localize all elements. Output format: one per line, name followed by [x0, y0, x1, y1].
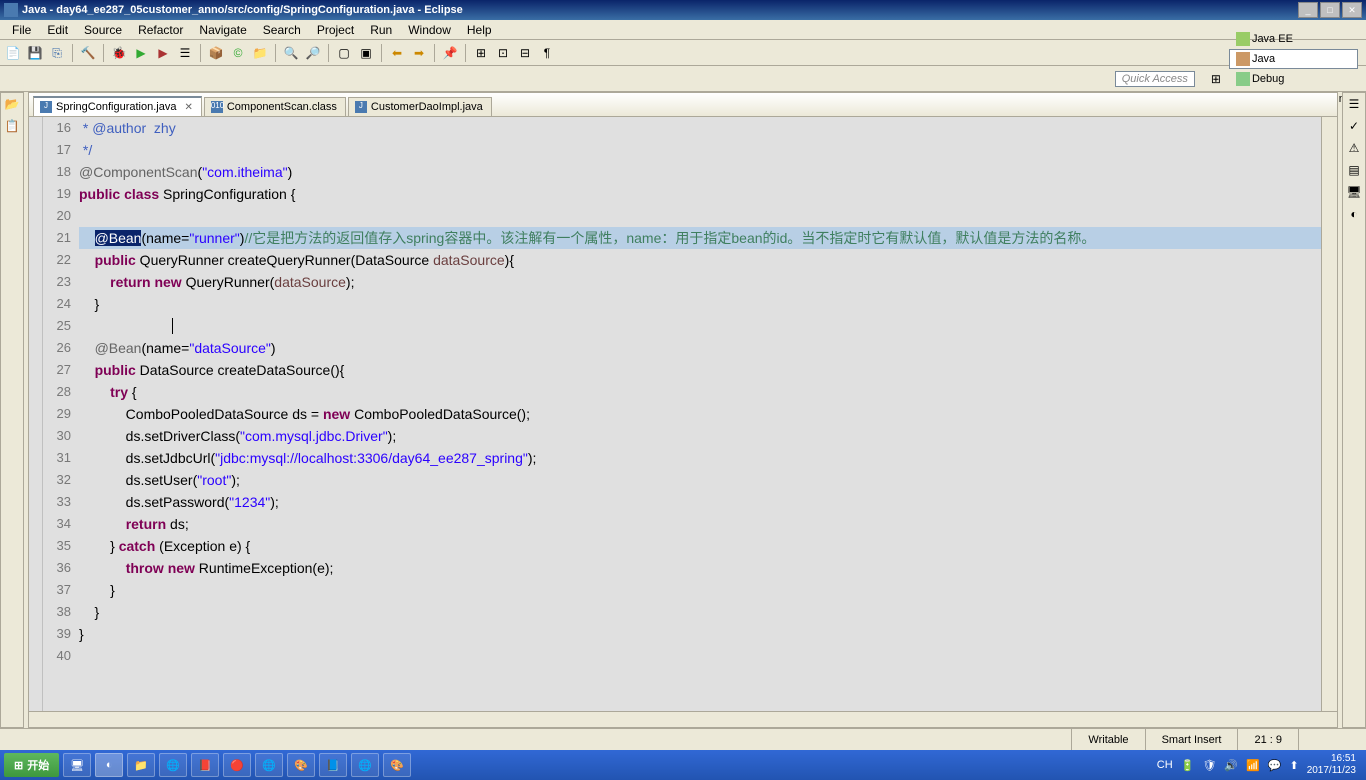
build-icon[interactable]: 🔨 [79, 44, 97, 62]
vertical-scrollbar[interactable] [1321, 117, 1337, 711]
line-gutter: 1617181920212223242526272829303132333435… [43, 117, 75, 711]
tray-icon-3[interactable]: 🔊 [1224, 759, 1238, 772]
console-icon[interactable]: ▤ [1346, 163, 1362, 179]
toggle-block-icon[interactable]: ⊟ [516, 44, 534, 62]
menu-project[interactable]: Project [309, 21, 362, 39]
window-title: Java - day64_ee287_05customer_anno/src/c… [22, 4, 1298, 16]
tab-customerdaoimpl-java[interactable]: JCustomerDaoImpl.java [348, 97, 492, 116]
windows-flag-icon: ⊞ [14, 759, 23, 772]
task-icon[interactable]: ▣ [357, 44, 375, 62]
menubar: FileEditSourceRefactorNavigateSearchProj… [0, 20, 1366, 40]
status-writable: Writable [1071, 729, 1144, 750]
search-icon[interactable]: 🔎 [304, 44, 322, 62]
new-package-icon[interactable]: 📦 [207, 44, 225, 62]
menu-run[interactable]: Run [362, 21, 400, 39]
task-photos-icon[interactable]: 🎨 [287, 753, 315, 777]
task-explorer-icon[interactable]: 📁 [127, 753, 155, 777]
run-icon[interactable]: ▶ [132, 44, 150, 62]
new-icon[interactable]: 📄 [4, 44, 22, 62]
task-app3-icon[interactable]: 🔴 [223, 753, 251, 777]
open-perspective-icon[interactable]: ⊞ [1207, 70, 1225, 88]
code-area[interactable]: * @author zhy */@ComponentScan("com.ithe… [75, 117, 1321, 711]
run-ext-icon[interactable]: ▶ [154, 44, 172, 62]
forward-icon[interactable]: ➡ [410, 44, 428, 62]
progress-icon[interactable]: ◐ [1346, 207, 1362, 223]
status-insert: Smart Insert [1145, 729, 1238, 750]
coverage-icon[interactable]: ☰ [176, 44, 194, 62]
problems-icon[interactable]: ⚠ [1346, 141, 1362, 157]
back-icon[interactable]: ⬅ [388, 44, 406, 62]
editor[interactable]: 1617181920212223242526272829303132333435… [29, 117, 1337, 711]
statusbar: Writable Smart Insert 21 : 9 [0, 728, 1366, 750]
outline-icon[interactable]: ☰ [1346, 97, 1362, 113]
package-explorer-icon[interactable]: 📂 [4, 97, 20, 113]
right-trim: ☰ ✓ ⚠ ▤ 🖥 ◐ [1342, 92, 1366, 728]
pin-icon[interactable]: 📌 [441, 44, 459, 62]
task-eclipse-icon[interactable]: ◐ [95, 753, 123, 777]
menu-window[interactable]: Window [400, 21, 459, 39]
tab-close-icon[interactable]: ✕ [184, 102, 192, 113]
tray-icon-5[interactable]: 💬 [1268, 759, 1282, 772]
task-chrome2-icon[interactable]: 🌐 [351, 753, 379, 777]
mark-icon[interactable]: ▢ [335, 44, 353, 62]
minimize-button[interactable]: _ [1298, 2, 1318, 18]
new-class-icon[interactable]: © [229, 44, 247, 62]
show-whitespace-icon[interactable]: ¶ [538, 44, 556, 62]
task-word-icon[interactable]: 📘 [319, 753, 347, 777]
task-app1-icon[interactable]: 🌐 [159, 753, 187, 777]
tab-springconfiguration-java[interactable]: JSpringConfiguration.java✕ [33, 96, 202, 116]
tray-icon-4[interactable]: 📶 [1246, 759, 1260, 772]
perspective-java-ee[interactable]: Java EE [1229, 29, 1358, 49]
menu-source[interactable]: Source [76, 21, 130, 39]
close-button[interactable]: ✕ [1342, 2, 1362, 18]
ime-indicator[interactable]: CH [1157, 759, 1173, 771]
marker-bar [29, 117, 43, 711]
start-button[interactable]: ⊞ 开始 [4, 753, 59, 777]
save-icon[interactable]: 💾 [26, 44, 44, 62]
editor-tabbar: JSpringConfiguration.java✕010ComponentSc… [29, 93, 1337, 117]
left-trim: 📂 📋 [0, 92, 24, 728]
task-paint-icon[interactable]: 🎨 [383, 753, 411, 777]
toggle-breadcrumb-icon[interactable]: ⊞ [472, 44, 490, 62]
debug-icon[interactable]: 🐞 [110, 44, 128, 62]
maximize-button[interactable]: □ [1320, 2, 1340, 18]
workarea: 📂 📋 JSpringConfiguration.java✕010Compone… [0, 92, 1366, 728]
menu-file[interactable]: File [4, 21, 39, 39]
main-toolbar: 📄 💾 ⎘ 🔨 🐞 ▶ ▶ ☰ 📦 © 📁 🔍 🔎 ▢ ▣ ⬅ ➡ 📌 ⊞ ⊡ … [0, 40, 1366, 66]
quick-access-input[interactable]: Quick Access [1115, 71, 1195, 87]
task-app2-icon[interactable]: 📕 [191, 753, 219, 777]
open-type-icon[interactable]: 🔍 [282, 44, 300, 62]
tray-icon-6[interactable]: ⬆ [1289, 759, 1298, 772]
servers-icon[interactable]: 🖥 [1346, 185, 1362, 201]
clock[interactable]: 16:51 2017/11/23 [1307, 753, 1356, 777]
menu-help[interactable]: Help [459, 21, 500, 39]
horizontal-scrollbar[interactable] [29, 711, 1337, 727]
titlebar: Java - day64_ee287_05customer_anno/src/c… [0, 0, 1366, 20]
windows-taskbar: ⊞ 开始 🖥 ◐ 📁 🌐 📕 🔴 🌐 🎨 📘 🌐 🎨 CH 🔋 🛡 🔊 📶 💬 … [0, 750, 1366, 780]
toggle-mark-icon[interactable]: ⊡ [494, 44, 512, 62]
tray-icon-1[interactable]: 🔋 [1181, 759, 1195, 772]
eclipse-icon [4, 3, 18, 17]
task-list-icon[interactable]: ✓ [1346, 119, 1362, 135]
navigator-icon[interactable]: 📋 [4, 119, 20, 135]
menu-edit[interactable]: Edit [39, 21, 76, 39]
task-desktop-icon[interactable]: 🖥 [63, 753, 91, 777]
status-position: 21 : 9 [1237, 729, 1298, 750]
tab-componentscan-class[interactable]: 010ComponentScan.class [204, 97, 346, 116]
menu-refactor[interactable]: Refactor [130, 21, 191, 39]
perspective-java[interactable]: Java [1229, 49, 1358, 69]
perspective-bar: Quick Access ⊞ Java EEJavaDebugTeam Sync… [0, 66, 1366, 92]
system-tray: CH 🔋 🛡 🔊 📶 💬 ⬆ 16:51 2017/11/23 [1151, 753, 1362, 777]
perspective-debug[interactable]: Debug [1229, 69, 1358, 89]
menu-search[interactable]: Search [255, 21, 309, 39]
save-all-icon[interactable]: ⎘ [48, 44, 66, 62]
tray-icon-2[interactable]: 🛡 [1202, 759, 1216, 772]
new-folder-icon[interactable]: 📁 [251, 44, 269, 62]
editor-area: JSpringConfiguration.java✕010ComponentSc… [28, 92, 1338, 728]
task-chrome-icon[interactable]: 🌐 [255, 753, 283, 777]
menu-navigate[interactable]: Navigate [191, 21, 254, 39]
